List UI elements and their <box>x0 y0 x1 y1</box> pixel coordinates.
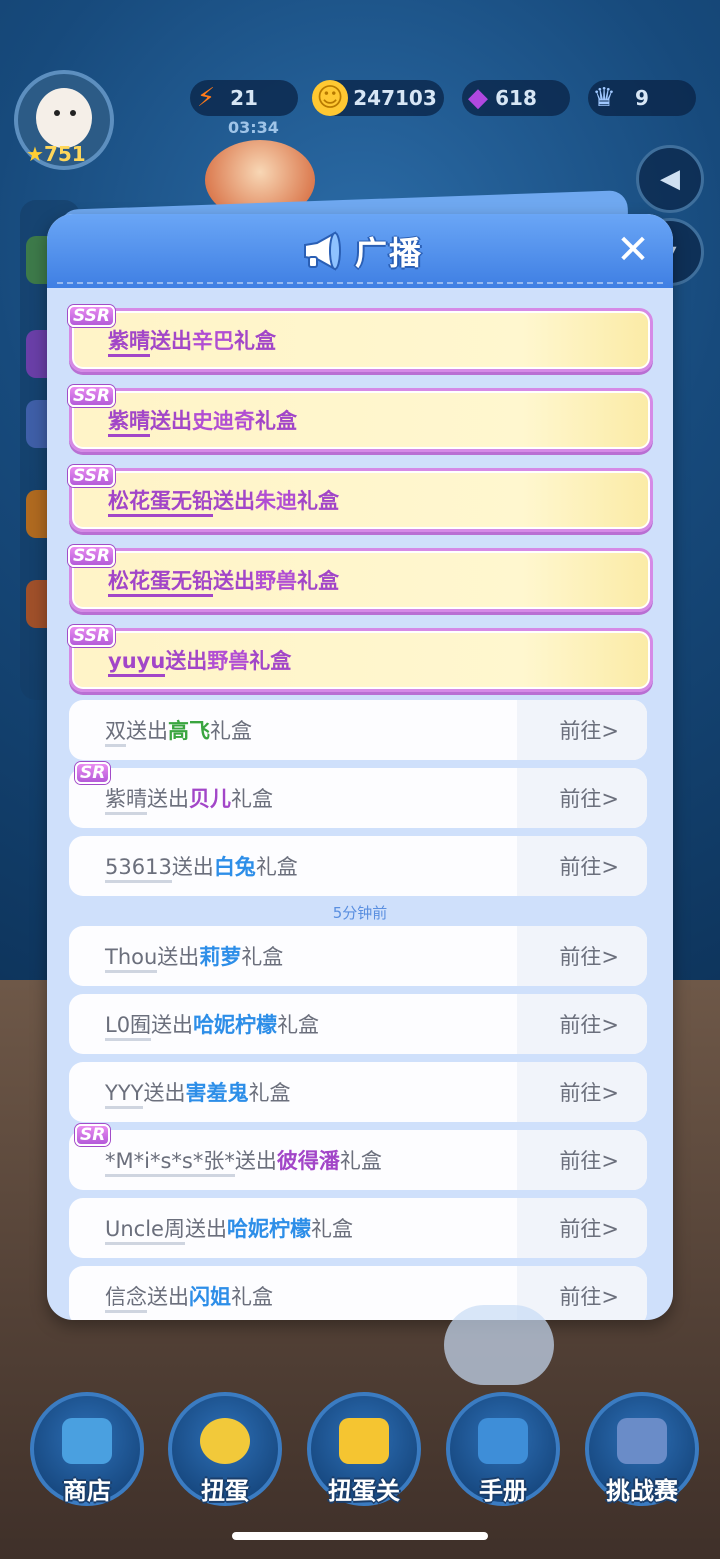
broadcast-text: 松花蛋无铅送出野兽礼盒 <box>108 565 339 597</box>
go-link[interactable]: 前往> <box>559 941 619 971</box>
modal-title: 广播 <box>354 234 423 272</box>
player-level: ★751 <box>26 142 86 166</box>
broadcast-text: *M*i*s*s*张*送出彼得潘礼盒 <box>105 1145 382 1177</box>
center-character-chip[interactable] <box>444 1305 554 1385</box>
nav-gacha-level[interactable]: 扭蛋关 <box>307 1392 421 1506</box>
nav-challenge[interactable]: 挑战赛 <box>585 1392 699 1506</box>
coin-icon: ☺ <box>312 80 348 116</box>
broadcast-text: 53613送出白兔礼盒 <box>105 851 298 883</box>
go-link[interactable]: 前往> <box>559 1213 619 1243</box>
broadcast-row[interactable]: 信念送出闪姐礼盒 前往> <box>69 1266 647 1320</box>
ssr-badge: SSR <box>68 465 115 487</box>
broadcast-ssr-row[interactable]: SSR 紫晴送出史迪奇礼盒 <box>68 385 653 452</box>
go-link[interactable]: 前往> <box>559 851 619 881</box>
broadcast-row[interactable]: Thou送出莉萝礼盒 前往> <box>69 926 647 986</box>
star-icon: ★ <box>26 142 44 166</box>
energy-timer: 03:34 <box>228 118 279 137</box>
nav-label: 手册 <box>479 1477 527 1505</box>
gacha-level-icon <box>339 1418 389 1464</box>
crowns-pill[interactable]: ♛ 9 <box>588 80 696 116</box>
home-indicator[interactable] <box>232 1532 488 1540</box>
level-value: 751 <box>43 142 86 166</box>
broadcast-list[interactable]: SSR 紫晴送出辛巴礼盒 SSR 紫晴送出史迪奇礼盒 SSR 松花蛋无铅送出朱迪… <box>47 288 673 1320</box>
nav-shop[interactable]: 商店 <box>30 1392 144 1506</box>
broadcast-ssr-row[interactable]: SSR 松花蛋无铅送出野兽礼盒 <box>68 545 653 612</box>
avatar-face <box>36 88 92 148</box>
broadcast-row[interactable]: 双送出高飞礼盒 前往> <box>69 700 647 760</box>
ssr-badge: SSR <box>68 625 115 647</box>
sr-badge: SR <box>75 1124 111 1146</box>
broadcast-text: 松花蛋无铅送出朱迪礼盒 <box>108 485 339 517</box>
nav-label: 商店 <box>63 1477 111 1505</box>
go-link[interactable]: 前往> <box>559 715 619 745</box>
time-separator: 5分钟前 <box>332 904 388 922</box>
broadcast-ssr-row[interactable]: SSR 紫晴送出辛巴礼盒 <box>68 305 653 372</box>
go-link[interactable]: 前往> <box>559 1145 619 1175</box>
shop-icon <box>62 1418 112 1464</box>
lightning-icon: ⚡ <box>196 83 216 113</box>
broadcast-text: 紫晴送出辛巴礼盒 <box>108 325 276 357</box>
modal-header: 广播 ✕ <box>47 214 673 288</box>
nav-gacha[interactable]: 扭蛋 <box>168 1392 282 1506</box>
broadcast-row[interactable]: 53613送出白兔礼盒 前往> <box>69 836 647 896</box>
broadcast-row[interactable]: L0囿送出哈妮柠檬礼盒 前往> <box>69 994 647 1054</box>
crown-icon <box>617 1418 667 1464</box>
crowns-value: 9 <box>635 86 649 110</box>
ssr-badge: SSR <box>68 385 115 407</box>
broadcast-row[interactable]: SR 紫晴送出贝儿礼盒 前往> <box>69 762 647 828</box>
broadcast-ssr-row[interactable]: SSR 松花蛋无铅送出朱迪礼盒 <box>68 465 653 532</box>
go-link[interactable]: 前往> <box>559 783 619 813</box>
gems-pill[interactable]: ◆ 618 <box>462 80 570 116</box>
go-link[interactable]: 前往> <box>559 1077 619 1107</box>
avatar-eye <box>54 110 60 116</box>
broadcast-row[interactable]: Uncle周送出哈妮柠檬礼盒 前往> <box>69 1198 647 1258</box>
close-icon[interactable]: ✕ <box>611 228 655 272</box>
energy-value: 21 <box>230 86 258 110</box>
broadcast-ssr-row[interactable]: SSR yuyu送出野兽礼盒 <box>68 625 653 692</box>
broadcast-text: 双送出高飞礼盒 <box>105 715 252 747</box>
nav-handbook[interactable]: 手册 <box>446 1392 560 1506</box>
broadcast-text: L0囿送出哈妮柠檬礼盒 <box>105 1009 319 1041</box>
megaphone-icon <box>303 231 341 271</box>
ssr-badge: SSR <box>68 305 115 327</box>
gems-value: 618 <box>495 86 537 110</box>
broadcast-text: 紫晴送出贝儿礼盒 <box>105 783 273 815</box>
broadcast-row[interactable]: SR *M*i*s*s*张*送出彼得潘礼盒 前往> <box>69 1124 647 1190</box>
avatar-eye <box>70 110 76 116</box>
broadcast-text: Thou送出莉萝礼盒 <box>105 941 283 973</box>
nav-label: 挑战赛 <box>606 1477 678 1505</box>
energy-pill[interactable]: ⚡ 21 <box>190 80 298 116</box>
crown-icon: ♛ <box>592 83 616 113</box>
header-divider <box>57 282 663 284</box>
broadcast-text: 紫晴送出史迪奇礼盒 <box>108 405 297 437</box>
broadcast-text: 信念送出闪姐礼盒 <box>105 1281 273 1313</box>
broadcast-text: yuyu送出野兽礼盒 <box>108 645 291 677</box>
speaker-icon[interactable]: ◀︎ <box>636 145 704 213</box>
ssr-badge: SSR <box>68 545 115 567</box>
nav-label: 扭蛋关 <box>328 1477 400 1505</box>
go-link[interactable]: 前往> <box>559 1009 619 1039</box>
gem-icon: ◆ <box>468 83 488 113</box>
nav-label: 扭蛋 <box>201 1477 249 1505</box>
broadcast-text: YYY送出害羞鬼礼盒 <box>105 1077 290 1109</box>
gacha-icon <box>200 1418 250 1464</box>
go-link[interactable]: 前往> <box>559 1281 619 1311</box>
sr-badge: SR <box>75 762 111 784</box>
coins-pill[interactable]: ☺ 247103 <box>312 80 444 116</box>
broadcast-modal: 广播 ✕ SSR 紫晴送出辛巴礼盒 SSR 紫晴送出史迪奇礼盒 SSR 松花蛋无… <box>47 214 673 1320</box>
book-icon <box>478 1418 528 1464</box>
broadcast-row[interactable]: YYY送出害羞鬼礼盒 前往> <box>69 1062 647 1122</box>
broadcast-text: Uncle周送出哈妮柠檬礼盒 <box>105 1213 353 1245</box>
coins-value: 247103 <box>353 86 437 110</box>
